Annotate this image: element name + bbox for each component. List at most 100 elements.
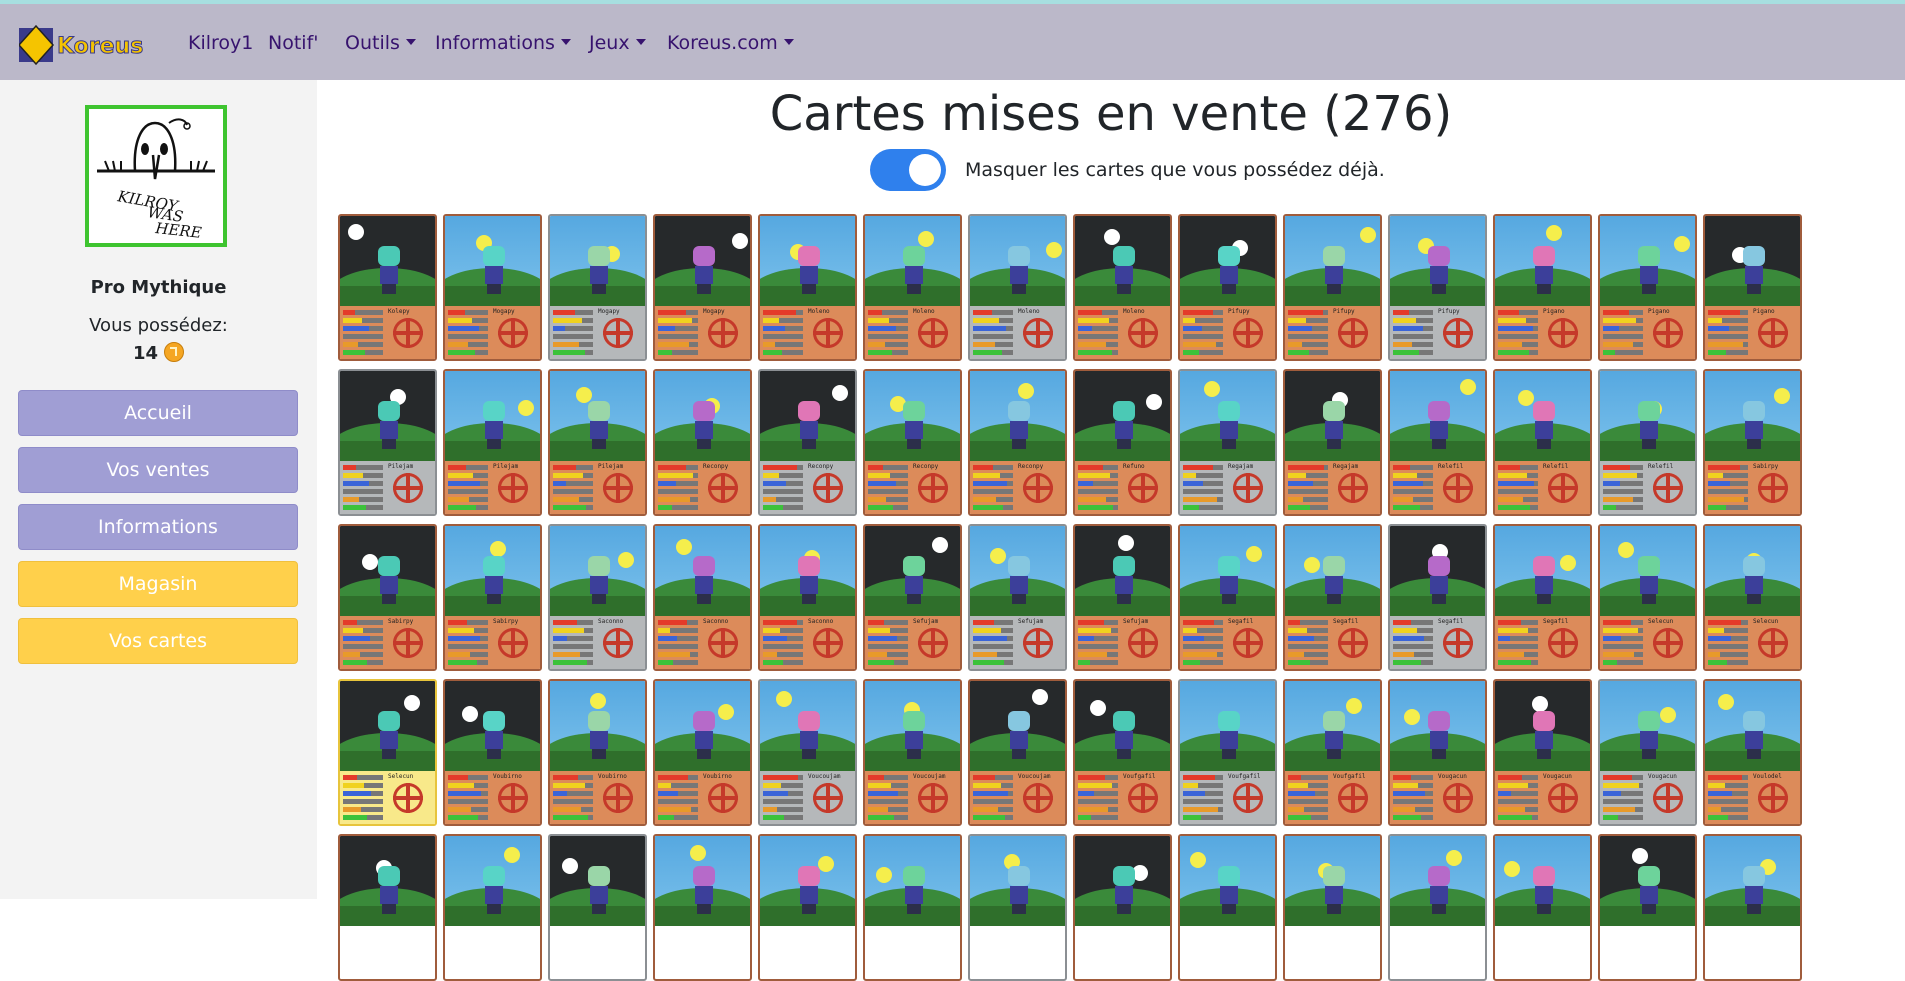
card[interactable]: Sabirpy (1703, 369, 1802, 516)
vos-ventes-button[interactable]: Vos ventes (18, 447, 298, 493)
stat-bar (1603, 628, 1643, 633)
card[interactable]: Regajam (1178, 369, 1277, 516)
informations-button[interactable]: Informations (18, 504, 298, 550)
card[interactable]: Pigano (1493, 214, 1592, 361)
stat-bars (1603, 620, 1643, 665)
stat-bar (1498, 791, 1538, 796)
card[interactable]: Pigano (1703, 214, 1802, 361)
card[interactable]: Reconpy (653, 369, 752, 516)
card[interactable]: Reconpy (758, 369, 857, 516)
nav-link-kilroy1[interactable]: Kilroy1 (188, 32, 253, 54)
card[interactable]: Voufgafil (1283, 679, 1382, 826)
card[interactable]: Moleno (863, 214, 962, 361)
nav-dropdown-informations[interactable]: Informations (435, 32, 571, 54)
card[interactable] (1283, 834, 1382, 981)
card[interactable]: Mogapy (653, 214, 752, 361)
card[interactable]: Mogapy (548, 214, 647, 361)
crosshair-emblem-icon (1023, 318, 1053, 348)
card[interactable]: Voucoujam (758, 679, 857, 826)
card-scene (1180, 371, 1275, 461)
card[interactable]: Pifupy (1388, 214, 1487, 361)
card[interactable]: Voufgafil (1073, 679, 1172, 826)
koreus-logo[interactable]: Koreus (19, 24, 159, 66)
accueil-button[interactable]: Accueil (18, 390, 298, 436)
card[interactable]: Voucoujam (968, 679, 1067, 826)
nav-dropdown-outils[interactable]: Outils (345, 32, 416, 54)
avatar[interactable]: KILROY WAS HERE (85, 105, 227, 247)
card[interactable]: Pilejam (443, 369, 542, 516)
card[interactable]: Voubirno (443, 679, 542, 826)
card[interactable]: Relefil (1388, 369, 1487, 516)
card[interactable]: Sefujam (1073, 524, 1172, 671)
card[interactable]: Vougacun (1388, 679, 1487, 826)
card[interactable]: Mogapy (443, 214, 542, 361)
card[interactable]: Voufgafil (1178, 679, 1277, 826)
card[interactable] (1388, 834, 1487, 981)
card[interactable]: Voulodel (1703, 679, 1802, 826)
card[interactable] (758, 834, 857, 981)
card[interactable]: Selecun (338, 679, 437, 826)
stat-bar (343, 783, 383, 788)
card[interactable]: Selecun (1703, 524, 1802, 671)
card[interactable] (968, 834, 1067, 981)
hide-owned-cards-toggle[interactable] (870, 149, 946, 191)
card[interactable]: Moleno (1073, 214, 1172, 361)
character-sprite (1741, 401, 1767, 449)
vos-cartes-button[interactable]: Vos cartes (18, 618, 298, 664)
card[interactable]: Segafil (1388, 524, 1487, 671)
card[interactable]: Pilejam (548, 369, 647, 516)
card[interactable]: Pigano (1598, 214, 1697, 361)
nav-dropdown-koreus-com[interactable]: Koreus.com (667, 32, 794, 54)
nav-dropdown-jeux[interactable]: Jeux (589, 32, 646, 54)
card[interactable] (1493, 834, 1592, 981)
card[interactable]: Vougacun (1493, 679, 1592, 826)
card[interactable]: Moleno (968, 214, 1067, 361)
card[interactable]: Relefil (1598, 369, 1697, 516)
stat-bar (343, 350, 383, 355)
card[interactable] (863, 834, 962, 981)
card[interactable]: Reconpy (863, 369, 962, 516)
magasin-button[interactable]: Magasin (18, 561, 298, 607)
stat-bar (658, 628, 698, 633)
card[interactable]: Sefujam (968, 524, 1067, 671)
card[interactable]: Kolepy (338, 214, 437, 361)
stat-bar (1183, 334, 1223, 339)
card[interactable]: Sefujam (863, 524, 962, 671)
card[interactable] (1598, 834, 1697, 981)
card[interactable]: Pifupy (1283, 214, 1382, 361)
card[interactable]: Reconpy (968, 369, 1067, 516)
card[interactable]: Pifupy (1178, 214, 1277, 361)
stat-bars (1498, 620, 1538, 665)
card[interactable] (338, 834, 437, 981)
nav-link-notif[interactable]: Notif' (268, 32, 318, 54)
card[interactable]: Saconno (548, 524, 647, 671)
card[interactable]: Segafil (1283, 524, 1382, 671)
card[interactable]: Segafil (1178, 524, 1277, 671)
card[interactable]: Relefil (1493, 369, 1592, 516)
stat-bars (658, 465, 698, 510)
card[interactable]: Sabirpy (443, 524, 542, 671)
card[interactable]: Saconno (758, 524, 857, 671)
card[interactable]: Voucoujam (863, 679, 962, 826)
card[interactable] (1073, 834, 1172, 981)
card[interactable]: Moleno (758, 214, 857, 361)
card[interactable]: Selecun (1598, 524, 1697, 671)
card[interactable]: Voubirno (653, 679, 752, 826)
card[interactable] (1703, 834, 1802, 981)
card[interactable]: Regajam (1283, 369, 1382, 516)
card[interactable]: Sabirpy (338, 524, 437, 671)
card[interactable] (1178, 834, 1277, 981)
card[interactable] (653, 834, 752, 981)
card[interactable]: Saconno (653, 524, 752, 671)
card[interactable]: Voubirno (548, 679, 647, 826)
stat-bars (553, 620, 593, 665)
card[interactable]: Vougacun (1598, 679, 1697, 826)
card[interactable]: Pilejam (338, 369, 437, 516)
card[interactable]: Refuno (1073, 369, 1172, 516)
card[interactable] (443, 834, 542, 981)
card[interactable] (548, 834, 647, 981)
stat-bar (343, 334, 383, 339)
stat-bar (343, 660, 383, 665)
card[interactable]: Segafil (1493, 524, 1592, 671)
stat-bar (553, 636, 593, 641)
